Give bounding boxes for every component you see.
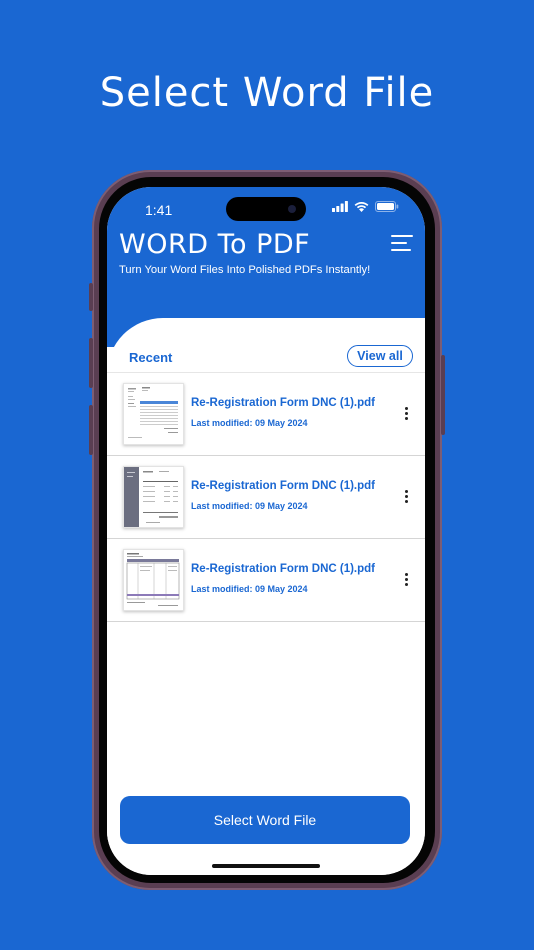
home-indicator — [212, 864, 320, 868]
status-icons — [332, 201, 399, 212]
promo-headline: Select Word File — [99, 70, 435, 116]
status-time: 1:41 — [145, 202, 173, 218]
battery-icon — [375, 201, 399, 212]
phone-volume-up — [89, 338, 93, 388]
file-name: Re-Registration Form DNC (1).pdf — [191, 397, 375, 409]
dynamic-island — [226, 197, 306, 221]
more-options-icon[interactable] — [405, 490, 409, 504]
app-title: WORD To PDF — [119, 229, 311, 260]
camera-icon — [288, 205, 296, 213]
phone-power-button — [441, 355, 445, 435]
phone-volume-down — [89, 405, 93, 455]
file-row[interactable]: Re-Registration Form DNC (1).pdf Last mo… — [107, 456, 425, 539]
app-subtitle: Turn Your Word Files Into Polished PDFs … — [119, 264, 371, 276]
phone-screen: 1:41 WORD To PDF Turn Your Word Files In… — [107, 187, 425, 875]
recent-file-list: Re-Registration Form DNC (1).pdf Last mo… — [107, 372, 425, 622]
hamburger-menu-icon[interactable] — [391, 235, 413, 253]
wifi-icon — [354, 201, 369, 212]
more-options-icon[interactable] — [405, 407, 409, 421]
cellular-signal-icon — [332, 201, 348, 212]
select-word-file-button[interactable]: Select Word File — [120, 796, 410, 844]
recent-label: Recent — [129, 350, 173, 365]
file-row[interactable]: Re-Registration Form DNC (1).pdf Last mo… — [107, 539, 425, 622]
content-panel: Recent View all Re-Registration Form DNC… — [107, 318, 425, 875]
document-thumbnail — [123, 466, 184, 528]
document-thumbnail — [123, 383, 184, 445]
file-last-modified: Last modified: 09 May 2024 — [191, 501, 308, 511]
file-row[interactable]: Re-Registration Form DNC (1).pdf Last mo… — [107, 372, 425, 456]
view-all-button[interactable]: View all — [347, 345, 413, 367]
file-name: Re-Registration Form DNC (1).pdf — [191, 480, 375, 492]
file-last-modified: Last modified: 09 May 2024 — [191, 584, 308, 594]
phone-side-button — [89, 283, 93, 311]
more-options-icon[interactable] — [405, 573, 409, 587]
file-last-modified: Last modified: 09 May 2024 — [191, 418, 308, 428]
document-thumbnail — [123, 549, 184, 611]
file-name: Re-Registration Form DNC (1).pdf — [191, 563, 375, 575]
